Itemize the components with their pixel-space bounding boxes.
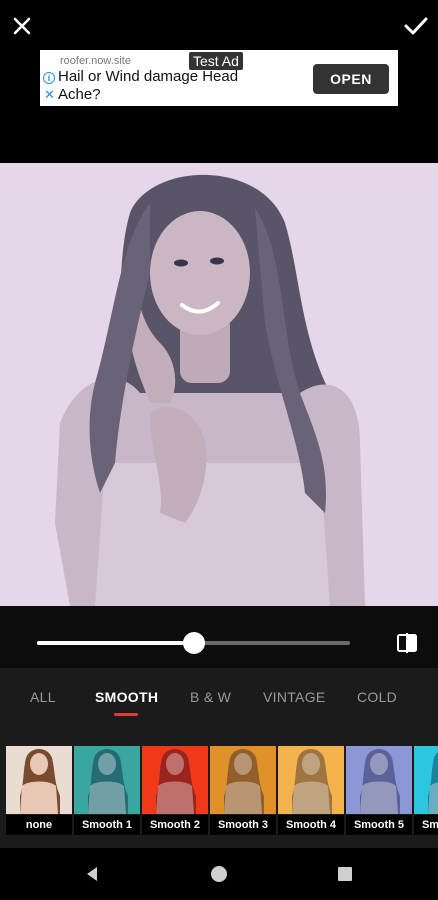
filter-smooth-6[interactable]: Smooth 6: [414, 746, 438, 835]
back-button[interactable]: [80, 862, 104, 886]
close-icon: [13, 17, 31, 35]
compare-button[interactable]: [395, 631, 419, 655]
compare-icon: [397, 633, 417, 653]
filter-category-tabs: ALL SMOOTH B & W VINTAGE COLD: [0, 668, 438, 736]
tab-vintage[interactable]: VINTAGE: [263, 689, 326, 705]
ad-close-icon[interactable]: ✕: [44, 88, 55, 102]
recents-icon: [338, 867, 352, 881]
confirm-button[interactable]: [396, 6, 436, 46]
filter-label: Smooth 2: [142, 815, 208, 835]
filter-label: Smooth 6: [414, 815, 438, 835]
tab-bw[interactable]: B & W: [190, 689, 231, 705]
home-icon: [211, 866, 227, 882]
ad-open-button[interactable]: OPEN: [313, 64, 389, 94]
home-button[interactable]: [207, 862, 231, 886]
slider-fill: [37, 641, 194, 645]
filter-none[interactable]: none: [6, 746, 72, 835]
filter-label: Smooth 1: [74, 815, 140, 835]
filter-thumbnail: [346, 746, 412, 814]
filter-thumbnail: [142, 746, 208, 814]
back-icon: [87, 867, 97, 881]
intensity-slider[interactable]: [37, 632, 350, 654]
filter-thumbnail: [278, 746, 344, 814]
adjust-bar: [0, 606, 438, 668]
filter-smooth-5[interactable]: Smooth 5: [346, 746, 412, 835]
portrait-image: [0, 163, 438, 606]
filter-label: none: [6, 815, 72, 835]
check-icon: [404, 17, 428, 35]
ad-info-icon[interactable]: i: [43, 72, 55, 84]
banner-ad[interactable]: roofer.now.site i ✕ Hail or Wind damage …: [40, 50, 398, 106]
slider-knob[interactable]: [182, 632, 205, 654]
filter-label: Smooth 3: [210, 815, 276, 835]
ad-site: roofer.now.site: [60, 55, 131, 67]
filter-thumbnail: [414, 746, 438, 814]
filter-strip[interactable]: none Smooth 1 Smooth 2 Smooth 3 Smooth 4…: [0, 736, 438, 848]
active-tab-indicator: [114, 713, 138, 716]
tab-cold[interactable]: COLD: [357, 689, 397, 705]
top-bar: roofer.now.site i ✕ Hail or Wind damage …: [0, 0, 438, 163]
recents-button[interactable]: [333, 862, 357, 886]
tab-all[interactable]: ALL: [30, 689, 56, 705]
filter-smooth-3[interactable]: Smooth 3: [210, 746, 276, 835]
system-nav-bar: [0, 848, 438, 900]
filter-smooth-4[interactable]: Smooth 4: [278, 746, 344, 835]
filter-label: Smooth 4: [278, 815, 344, 835]
tab-smooth[interactable]: SMOOTH: [95, 689, 158, 705]
photo-preview: [0, 163, 438, 606]
ad-headline: Hail or Wind damage Head Ache?: [58, 68, 239, 103]
filter-thumbnail: [210, 746, 276, 814]
close-button[interactable]: [2, 6, 42, 46]
filter-thumbnail: [6, 746, 72, 814]
filter-smooth-2[interactable]: Smooth 2: [142, 746, 208, 835]
filter-smooth-1[interactable]: Smooth 1: [74, 746, 140, 835]
test-ad-badge: Test Ad: [189, 52, 243, 70]
filter-label: Smooth 5: [346, 815, 412, 835]
filter-thumbnail: [74, 746, 140, 814]
